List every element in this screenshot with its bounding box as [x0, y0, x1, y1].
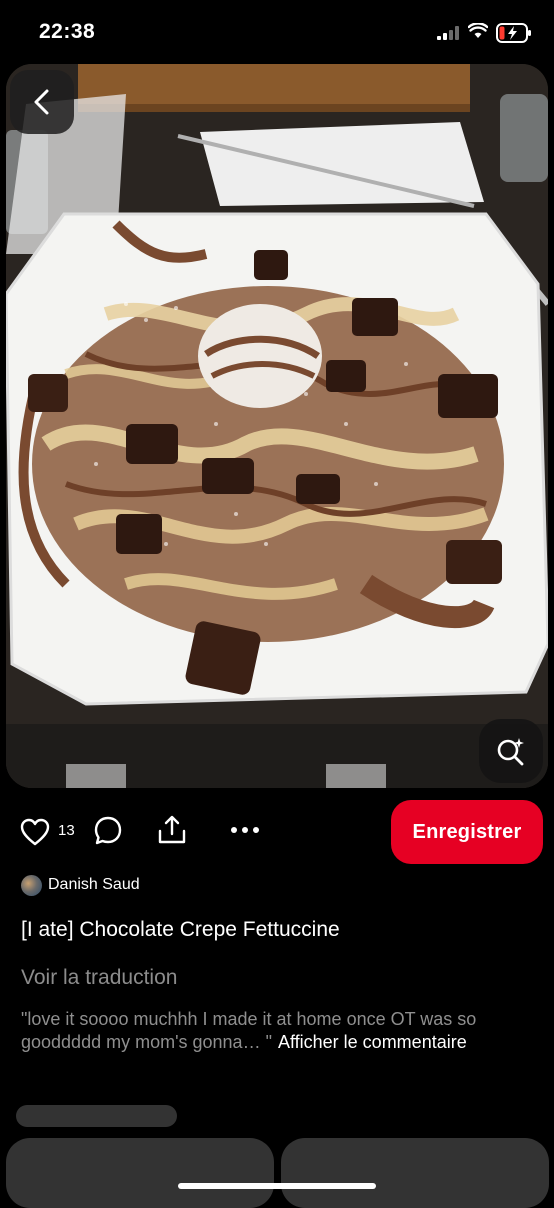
status-time: 22:38	[39, 20, 96, 43]
heart-icon[interactable]	[20, 818, 50, 846]
comment-preview: "love it soooo muchhh I made it at home …	[21, 1008, 531, 1054]
translate-link[interactable]: Voir la traduction	[21, 966, 177, 990]
like-count: 13	[58, 822, 75, 839]
save-button[interactable]: Enregistrer	[391, 800, 543, 864]
related-pin-card[interactable]	[6, 1138, 274, 1208]
author-name[interactable]: Danish Saud	[48, 876, 140, 894]
battery-icon	[496, 23, 531, 43]
show-comment-link[interactable]: Afficher le commentaire	[278, 1032, 467, 1052]
status-bar: 22:38	[0, 0, 554, 64]
comment-icon[interactable]	[94, 816, 122, 846]
pin-title: [I ate] Chocolate Crepe Fettuccine	[21, 918, 340, 941]
pin-image[interactable]	[6, 64, 548, 788]
wifi-icon	[468, 23, 488, 38]
loading-placeholder	[16, 1105, 177, 1127]
back-button[interactable]	[10, 70, 74, 134]
avatar[interactable]	[21, 874, 42, 896]
visual-search-icon	[497, 738, 524, 766]
more-icon[interactable]	[230, 826, 260, 834]
food-photo	[6, 64, 548, 788]
share-icon[interactable]	[157, 815, 187, 845]
author[interactable]: Danish Saud	[21, 874, 140, 896]
signal-icon	[437, 26, 459, 40]
back-arrow-icon	[34, 89, 49, 115]
home-indicator	[178, 1183, 376, 1189]
related-pin-card[interactable]	[281, 1138, 549, 1208]
action-bar: 13 Enregistrer	[0, 796, 554, 868]
visual-search-button[interactable]	[479, 719, 543, 783]
